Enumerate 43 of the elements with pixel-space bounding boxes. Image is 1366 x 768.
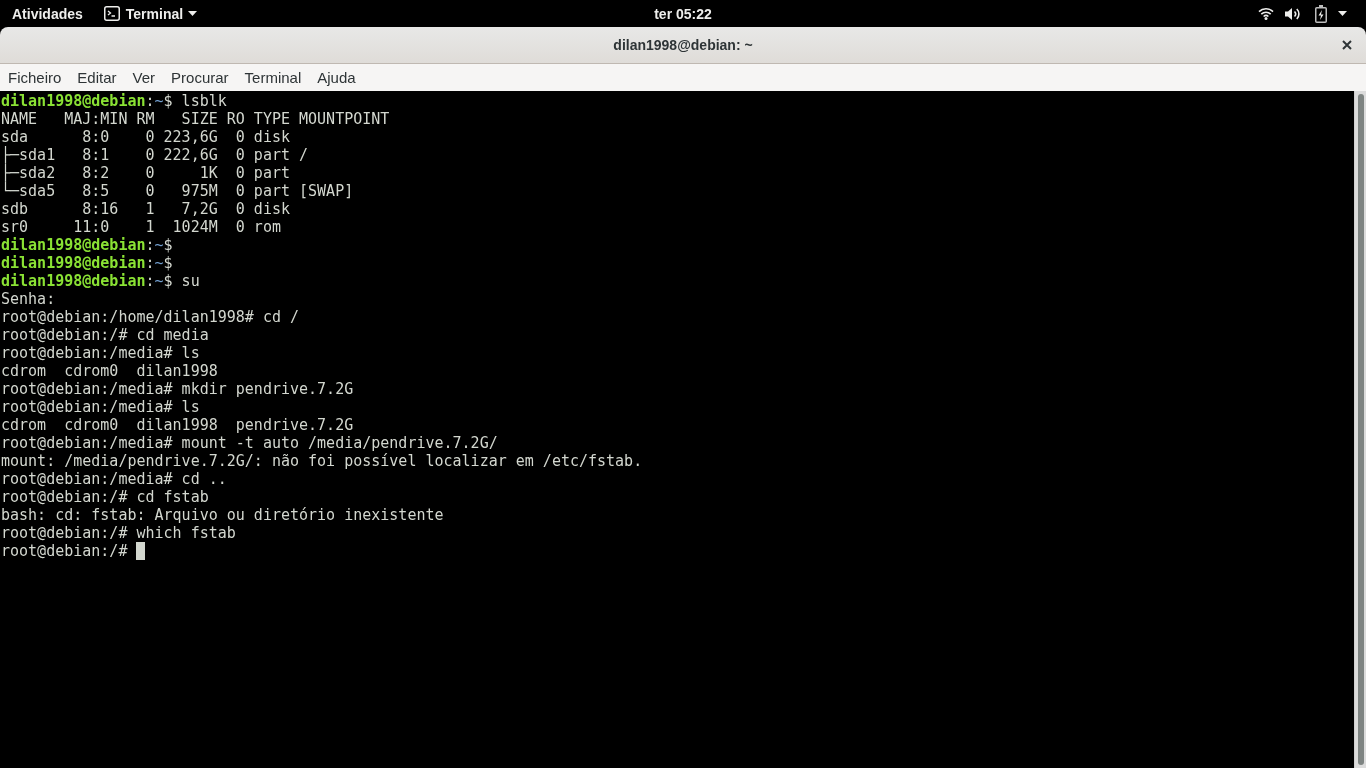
- terminal-line: mount: /media/pendrive.7.2G/: não foi possível localizar em /etc/fstab.: [1, 452, 643, 470]
- speaker-icon: [1285, 6, 1301, 21]
- terminal-line: ├─sda1 8:1 0 222,6G 0 part /: [1, 146, 309, 164]
- menu-item[interactable]: Procurar: [163, 64, 237, 91]
- menu-item[interactable]: Editar: [69, 64, 125, 91]
- terminal-line: cdrom cdrom0 dilan1998: [1, 362, 218, 380]
- clock-button[interactable]: ter 05:22: [644, 5, 722, 22]
- terminal-line: dilan1998@debian:~$: [1, 254, 173, 272]
- terminal-line: root@debian:/# which fstab: [1, 524, 236, 542]
- terminal-line: Senha:: [1, 290, 56, 308]
- terminal-line: └─sda5 8:5 0 975M 0 part [SWAP]: [1, 182, 354, 200]
- terminal-line: root@debian:/media# mkdir pendrive.7.2G: [1, 380, 354, 398]
- terminal-line: sdb 8:16 1 7,2G 0 disk: [1, 200, 290, 218]
- terminal-line: bash: cd: fstab: Arquivo ou diretório inexistente: [1, 506, 444, 524]
- terminal-line: root@debian:/# cd media: [1, 326, 209, 344]
- window-title: dilan1998@debian: ~: [613, 37, 753, 53]
- menu-item[interactable]: Ajuda: [309, 64, 364, 91]
- menu-item[interactable]: Ver: [124, 64, 164, 91]
- caret-icon: [188, 11, 198, 16]
- battery-charging-icon: [1315, 4, 1327, 23]
- terminal-line: root@debian:/media# cd ..: [1, 470, 227, 488]
- app-menu-button[interactable]: Terminal: [94, 0, 198, 27]
- activities-button[interactable]: Atividades: [0, 0, 95, 27]
- terminal-line: dilan1998@debian:~$: [1, 236, 173, 254]
- terminal-icon: [103, 6, 120, 21]
- terminal-line: root@debian:/media# ls: [1, 398, 200, 416]
- terminal-line: root@debian:/home/dilan1998# cd /: [1, 308, 299, 326]
- terminal-line: cdrom cdrom0 dilan1998 pendrive.7.2G: [1, 416, 354, 434]
- terminal-line: root@debian:/media# ls: [1, 344, 200, 362]
- terminal-line: root@debian:/media# mount -t auto /media/pendrive.7.2G/: [1, 434, 498, 452]
- terminal-line: sda 8:0 0 223,6G 0 disk: [1, 128, 290, 146]
- menu-item[interactable]: Terminal: [236, 64, 310, 91]
- terminal-line: dilan1998@debian:~$ lsblk: [1, 92, 227, 110]
- terminal-line: ├─sda2 8:2 0 1K 0 part: [1, 164, 290, 182]
- caret-icon: [1338, 11, 1347, 16]
- terminal-line: sr0 11:0 1 1024M 0 rom: [1, 218, 281, 236]
- terminal-line: dilan1998@debian:~$ su: [1, 272, 200, 290]
- terminal-line: NAME MAJ:MIN RM SIZE RO TYPE MOUNTPOINT: [1, 110, 390, 128]
- terminal-line: root@debian:/#: [1, 542, 129, 560]
- terminal-line: root@debian:/# cd fstab: [1, 488, 209, 506]
- wifi-icon: [1258, 7, 1274, 20]
- menu-item[interactable]: Ficheiro: [0, 64, 70, 91]
- close-icon: [1342, 40, 1352, 50]
